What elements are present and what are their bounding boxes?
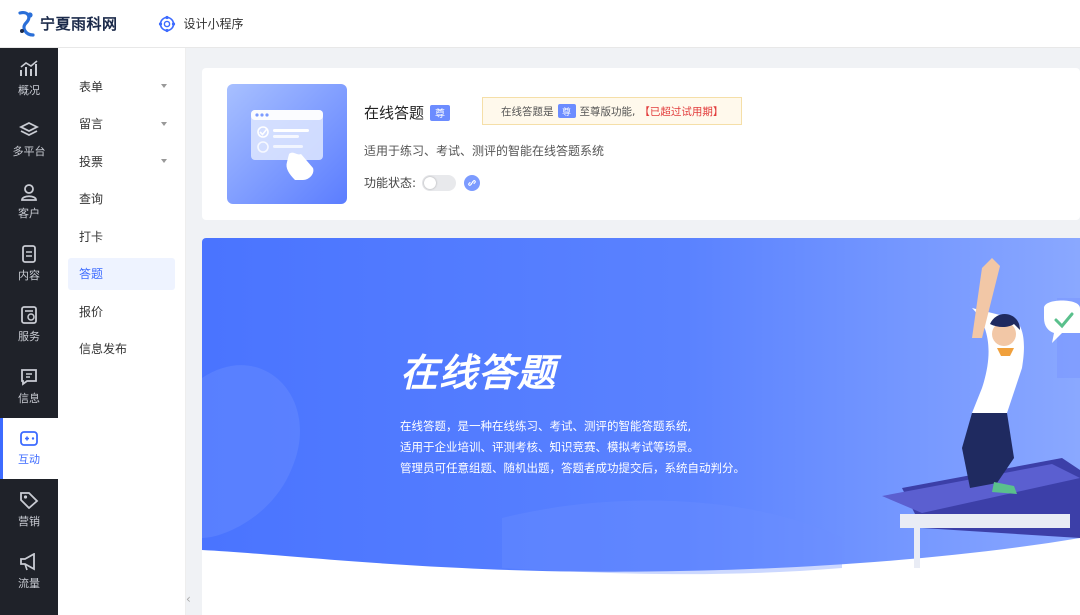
sidebar-item-label: 流量 <box>18 576 40 590</box>
collapse-submenu-button[interactable]: ‹ <box>186 592 191 606</box>
sidebar-item-marketing[interactable]: 营销 <box>0 479 58 541</box>
submenu-item-info-publish[interactable]: 信息发布 <box>68 333 175 365</box>
sidebar-item-label: 内容 <box>18 268 40 282</box>
chart-icon <box>20 60 38 76</box>
gamepad-icon <box>20 431 38 447</box>
submenu-item-query[interactable]: 查询 <box>68 183 175 215</box>
chevron-down-icon <box>161 84 167 88</box>
design-link-label: 设计小程序 <box>183 17 244 31</box>
banner-line: 适用于企业培训、评测考核、知识竞赛、模拟考试等场景。 <box>400 440 699 454</box>
sidebar-item-messages[interactable]: 信息 <box>0 356 58 418</box>
service-icon <box>21 306 37 325</box>
submenu-item-label: 打卡 <box>79 229 104 244</box>
brand-logo[interactable]: 宁夏雨科网 <box>16 9 118 39</box>
top-bar: 宁夏雨科网 设计小程序 <box>0 0 1080 48</box>
sidebar-item-label: 多平台 <box>12 145 46 159</box>
layers-icon <box>19 122 39 137</box>
sidebar-item-overview[interactable]: 概况 <box>0 48 58 110</box>
sidebar-item-label: 信息 <box>18 391 40 405</box>
sidebar-item-label: 互动 <box>18 453 40 467</box>
submenu-item-quiz[interactable]: 答题 <box>68 257 175 290</box>
sidebar-item-service[interactable]: 服务 <box>0 294 58 356</box>
sidebar-item-label: 概况 <box>18 83 40 97</box>
document-icon <box>22 244 36 263</box>
submenu-item-label: 投票 <box>79 154 104 169</box>
brand-name: 宁夏雨科网 <box>40 15 118 33</box>
sidebar-item-traffic[interactable]: 流量 <box>0 541 58 603</box>
sidebar-item-label: 服务 <box>18 330 40 344</box>
vip-badge: 尊 <box>557 104 576 118</box>
main-sidebar: 概况 多平台 客户 内容 服务 信息 互动 营销 流量 <box>0 48 58 615</box>
brand-mark-icon <box>16 9 38 39</box>
quiz-illustration <box>227 84 347 204</box>
submenu-item-label: 查询 <box>79 192 104 206</box>
message-icon <box>21 368 37 386</box>
submenu-item-guestbook[interactable]: 留言 <box>68 108 175 140</box>
megaphone-icon <box>20 552 35 571</box>
link-icon[interactable] <box>464 174 481 191</box>
feature-title: 在线答题 <box>364 104 425 122</box>
banner-line: 管理员可任意组题、随机出题，答题者成功提交后，系统自动判分。 <box>400 461 745 475</box>
submenu-item-vote[interactable]: 投票 <box>68 145 175 177</box>
feature-card: 在线答题 尊 在线答题是 尊 至尊版功能, 【已超过试用期】 适用于练习、考试、… <box>202 68 1080 220</box>
sidebar-item-content[interactable]: 内容 <box>0 233 58 295</box>
banner-title: 在线答题 <box>400 351 557 395</box>
submenu-item-quote[interactable]: 报价 <box>68 295 175 327</box>
feature-toggle[interactable] <box>422 174 457 191</box>
feature-title-row: 在线答题 尊 <box>364 102 451 123</box>
submenu-item-form[interactable]: 表单 <box>68 70 175 102</box>
vip-badge: 尊 <box>430 104 451 121</box>
submenu-item-label: 表单 <box>79 79 104 94</box>
feature-status-row: 功能状态: <box>364 174 481 191</box>
status-label: 功能状态: <box>364 176 417 190</box>
flower-icon <box>158 15 175 32</box>
interaction-submenu: 表单 留言 投票 查询 打卡 答题 报价 信息发布 <box>58 48 186 615</box>
trial-expired-text: 【已超过试用期】 <box>639 105 724 118</box>
trial-expired-notice: 在线答题是 尊 至尊版功能, 【已超过试用期】 <box>482 97 742 125</box>
feature-banner: 在线答题 在线答题，是一种在线练习、考试、测评的智能答题系统, 适用于企业培训、… <box>202 238 1080 615</box>
sidebar-item-interaction[interactable]: 互动 <box>0 417 58 480</box>
chevron-down-icon <box>161 121 167 126</box>
submenu-item-label: 信息发布 <box>79 342 128 356</box>
sidebar-item-label: 营销 <box>18 514 40 528</box>
sidebar-item-multiplatform[interactable]: 多平台 <box>0 110 58 172</box>
sidebar-item-label: 客户 <box>18 206 40 220</box>
tag-icon <box>20 492 39 509</box>
user-icon <box>21 184 37 201</box>
notice-prefix: 在线答题是 <box>501 105 554 118</box>
submenu-item-label: 报价 <box>79 304 104 319</box>
submenu-item-label: 答题 <box>79 267 104 281</box>
sidebar-item-customers[interactable]: 客户 <box>0 171 58 233</box>
banner-line: 在线答题，是一种在线练习、考试、测评的智能答题系统, <box>400 419 692 433</box>
submenu-item-label: 留言 <box>79 117 104 131</box>
banner-description: 在线答题，是一种在线练习、考试、测评的智能答题系统, 适用于企业培训、评测考核、… <box>400 416 745 479</box>
feature-description: 适用于练习、考试、测评的智能在线答题系统 <box>364 144 605 158</box>
design-miniprogram-link[interactable]: 设计小程序 <box>158 15 244 33</box>
submenu-item-checkin[interactable]: 打卡 <box>68 220 175 252</box>
chevron-down-icon <box>161 159 167 163</box>
notice-suffix: 至尊版功能, <box>579 105 636 118</box>
